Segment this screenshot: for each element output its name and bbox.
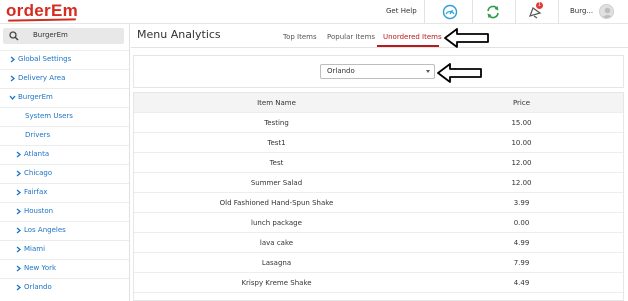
sidebar-item-label: Atlanta (24, 150, 50, 158)
orderem-logo[interactable]: orderEm (6, 1, 79, 22)
divider (424, 0, 425, 24)
dashboard-gauge-icon[interactable] (442, 4, 458, 20)
sidebar-item-burgerem[interactable]: BurgerEm (0, 88, 129, 106)
city-select[interactable]: Orlando (320, 64, 435, 79)
divider (515, 0, 516, 24)
sidebar-item-label: Delivery Area (18, 74, 66, 82)
chevron-right-icon (16, 227, 22, 234)
item-name-cell: Summer Salad (250, 179, 303, 187)
sidebar-item-orlando[interactable]: Orlando (0, 278, 129, 296)
price-cell: 12.00 (511, 159, 532, 167)
sidebar-item-label: BurgerEm (18, 93, 53, 101)
item-name-cell: Test (269, 159, 284, 167)
sidebar-item-system-users[interactable]: System Users (0, 107, 129, 125)
sidebar-item-drivers[interactable]: Drivers (0, 126, 129, 144)
city-select-value: Orlando (327, 67, 355, 75)
chevron-right-icon (16, 284, 22, 291)
tab-top-items[interactable]: Top Items (283, 33, 317, 41)
price-cell: 12.00 (511, 179, 532, 187)
sidebar-item-miami[interactable]: Miami (0, 240, 129, 258)
item-name-cell: Old Fashioned Hand-Spun Shake (219, 199, 334, 207)
sidebar-item-label: Drivers (25, 131, 51, 139)
item-name-cell: lava cake (259, 239, 294, 247)
tab-unordered-items[interactable]: Unordered Items (383, 33, 442, 41)
top-bar: orderEm Get Help 1 Burg... (0, 0, 628, 24)
item-name-cell: Lasagna (261, 259, 292, 267)
table-row: lunch package 0.00 (134, 213, 623, 233)
sidebar-item-atlanta[interactable]: Atlanta (0, 145, 129, 163)
chevron-right-icon (16, 208, 22, 215)
page-title: Menu Analytics (137, 28, 221, 41)
avatar[interactable] (599, 4, 614, 19)
chevron-right-icon (16, 246, 22, 253)
unordered-items-table: Item Name Price Testing 15.00 Test1 10.0… (133, 92, 624, 301)
sidebar-item-houston[interactable]: Houston (0, 202, 129, 220)
chevron-down-icon (9, 95, 16, 101)
logo-underline (7, 18, 77, 22)
item-name-cell: lunch package (251, 219, 302, 227)
chevron-right-icon (10, 56, 16, 63)
table-row: Old Fashioned Hand-Spun Shake 3.99 (134, 193, 623, 213)
tab-popular-items[interactable]: Popular Items (327, 33, 375, 41)
divider (472, 0, 473, 24)
item-name-cell: Testing (264, 119, 289, 127)
sidebar-item-label: Fairfax (24, 188, 48, 196)
refresh-sync-icon[interactable] (485, 4, 501, 20)
sidebar-item-delivery-area[interactable]: Delivery Area (0, 69, 129, 87)
price-cell: 4.49 (513, 279, 530, 287)
chevron-right-icon (10, 75, 16, 82)
sidebar-item-label: Chicago (24, 169, 53, 177)
sidebar-search-input[interactable]: BurgerEm (3, 28, 124, 44)
callout-arrow-icon (437, 63, 482, 83)
sidebar-item-label: Global Settings (18, 55, 72, 63)
divider (558, 0, 559, 24)
callout-arrow-icon (444, 28, 489, 48)
table-row: Test 12.00 (134, 153, 623, 173)
chevron-right-icon (16, 151, 22, 158)
chevron-right-icon (16, 170, 22, 177)
table-row: lava cake 4.99 (134, 233, 623, 253)
sidebar-item-label: New York (24, 264, 57, 272)
search-icon (9, 31, 19, 41)
table-row: Test1 10.00 (134, 133, 623, 153)
chevron-right-icon (16, 189, 22, 196)
sidebar-item-new-york[interactable]: New York (0, 259, 129, 277)
table-row: Summer Salad 12.00 (134, 173, 623, 193)
price-cell: 3.99 (513, 199, 530, 207)
price-cell: 15.00 (511, 119, 532, 127)
sidebar-item-chicago[interactable]: Chicago (0, 164, 129, 182)
table-header-row: Item Name Price (134, 93, 623, 113)
sidebar-item-label: Houston (24, 207, 54, 215)
sidebar-item-label: Los Angeles (24, 226, 66, 234)
sidebar-item-label: System Users (25, 112, 73, 120)
header-divider (131, 47, 628, 48)
sidebar-item-global-settings[interactable]: Global Settings (0, 50, 129, 68)
user-icon (602, 7, 613, 18)
notification-badge: 1 (536, 2, 543, 9)
table-row: Krispy Kreme Shake 4.49 (134, 273, 623, 293)
table-row: Lasagna 7.99 (134, 253, 623, 273)
sidebar-item-fairfax[interactable]: Fairfax (0, 183, 129, 201)
price-cell: 0.00 (513, 219, 530, 227)
search-value: BurgerEm (33, 31, 68, 39)
price-cell: 4.99 (513, 239, 530, 247)
item-name-cell: Test1 (267, 139, 286, 147)
column-header-item-name[interactable]: Item Name (134, 99, 419, 107)
chevron-right-icon (16, 265, 22, 272)
get-help-link[interactable]: Get Help (386, 7, 417, 15)
caret-down-icon (426, 70, 430, 73)
price-cell: 7.99 (513, 259, 530, 267)
sidebar: BurgerEm Global Settings Delivery Area B… (0, 24, 130, 301)
price-cell: 10.00 (511, 139, 532, 147)
sidebar-item-los-angeles[interactable]: Los Angeles (0, 221, 129, 239)
sidebar-item-label: Miami (24, 245, 46, 253)
item-name-cell: Krispy Kreme Shake (241, 279, 312, 287)
sidebar-item-label: Orlando (24, 283, 52, 291)
logo-text: orderEm (6, 1, 79, 20)
user-menu-name[interactable]: Burg... (570, 7, 593, 15)
table-row: Testing 15.00 (134, 113, 623, 133)
column-header-price[interactable]: Price (454, 99, 589, 107)
